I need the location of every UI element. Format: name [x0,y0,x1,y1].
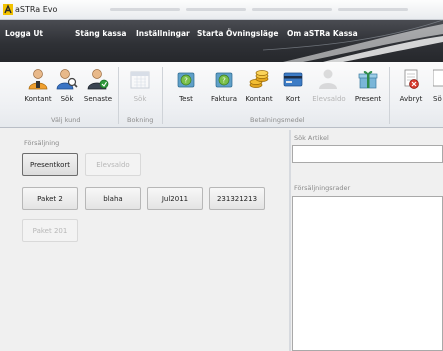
left-margin [0,130,13,351]
payment-faktura-button[interactable]: ? Faktura [209,68,239,112]
payment-kontant-label: Kontant [245,95,273,103]
sales-section-label: Försäljning [24,139,60,147]
recent-customer-label: Senaste [83,95,113,103]
invoice-icon: ? [215,72,233,88]
window-title: aSTRa Evo [15,5,58,14]
window-titlebar: aSTRa Evo [0,0,443,20]
menu-decoration [263,20,443,62]
payment-kort-button[interactable]: Kort [282,68,304,112]
payment-test-button[interactable]: ? Test [173,68,199,112]
payment-kort-label: Kort [285,95,301,103]
ribbon-separator [389,67,390,124]
ribbon-separator [118,67,119,124]
product-button[interactable]: blaha [85,187,141,210]
app-logo-icon [3,4,13,15]
payment-kontant-button[interactable]: Kontant [244,68,274,112]
search-customer-label: Sök [60,95,74,103]
search-customer-button[interactable]: Sök [55,68,79,112]
payment-icon: ? [177,72,195,88]
payment-elevsaldo-button[interactable]: Elevsaldo [312,68,346,112]
product-button[interactable]: Paket 2 [22,187,78,210]
sales-rows-label: Försäljningsrader [294,184,351,192]
kontant-customer-button[interactable]: Kontant [23,68,53,112]
kontant-customer-label: Kontant [24,95,52,103]
gift-icon [358,71,378,89]
payment-test-label: Test [179,95,193,103]
menu-logga-ut[interactable]: Logga Ut [5,29,43,38]
search-article-label: Sök Artikel [294,134,329,142]
coins-icon [249,70,269,88]
payment-faktura-label: Faktura [210,95,238,103]
menu-stang-kassa[interactable]: Stäng kassa [75,29,126,38]
svg-text:?: ? [184,77,188,85]
svg-text:?: ? [222,77,226,85]
search-cut-label: Sö [433,95,442,103]
cancel-button[interactable]: Avbryt [397,68,425,112]
window-title-extra [186,8,246,11]
payment-present-button[interactable]: Present [352,68,384,112]
window-title-extra [252,8,332,11]
product-button[interactable]: Jul2011 [147,187,203,210]
customer-icon [28,69,48,90]
customer-search-icon [56,69,78,90]
group-label-bokning: Bokning [127,116,154,124]
tab-presentkort[interactable]: Presentkort [22,153,78,176]
group-label-betalningsmedel: Betalningsmedel [250,116,305,124]
payment-present-label: Present [354,95,382,103]
window-title-extra [338,8,408,11]
menu-starta-ovningslage[interactable]: Starta Övningsläge [197,29,278,38]
product-button[interactable]: 231321213 [209,187,265,210]
calendar-icon [130,71,150,89]
group-label-valj-kund: Välj kund [51,116,81,124]
cancel-icon [404,69,419,89]
customer-recent-icon [87,69,109,90]
menu-om-astra-kassa[interactable]: Om aSTRa Kassa [287,29,358,38]
search-cut-icon [433,69,443,87]
search-article-input[interactable] [292,145,443,163]
booking-search-button[interactable]: Sök [128,68,152,112]
tab-elevsaldo[interactable]: Elevsaldo [85,153,141,176]
search-cut-button[interactable]: Sö [433,68,443,112]
sales-rows-list[interactable] [292,196,443,351]
window-title-extra [110,8,180,11]
booking-search-label: Sök [133,95,147,103]
ribbon-separator [162,67,163,124]
card-icon [283,72,303,87]
main-menu-bar: Logga Ut Stäng kassa Inställningar Start… [0,20,443,62]
ribbon-toolbar: Kontant Sök Senaste Välj kund Sök Boknin… [0,62,443,128]
menu-installningar[interactable]: Inställningar [136,29,190,38]
student-balance-icon [319,69,337,89]
cancel-label: Avbryt [399,95,423,103]
product-button[interactable]: Paket 201 [22,219,78,242]
payment-elevsaldo-label: Elevsaldo [312,95,346,103]
recent-customer-button[interactable]: Senaste [83,68,113,112]
